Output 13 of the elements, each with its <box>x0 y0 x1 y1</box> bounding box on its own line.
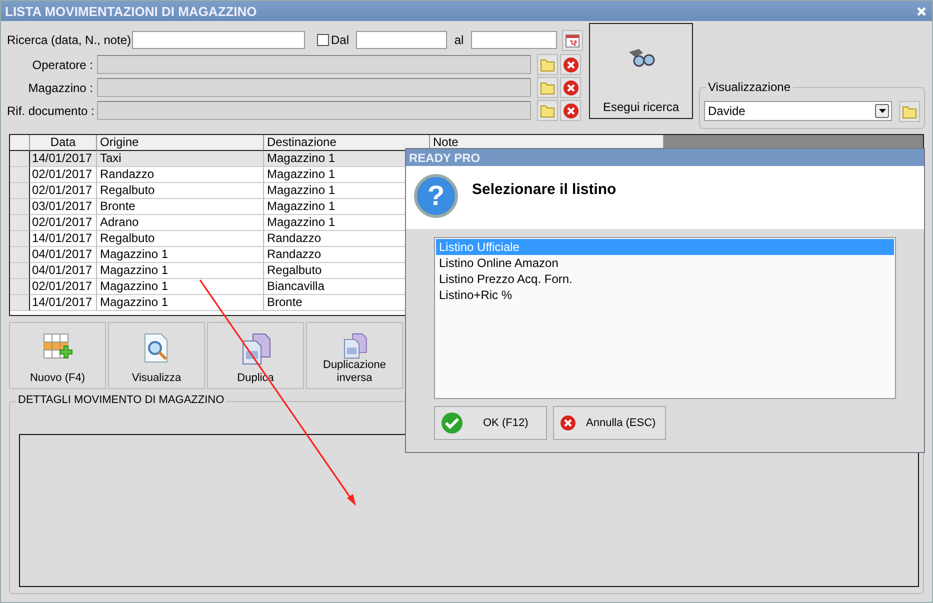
window-title: LISTA MOVIMENTAZIONI DI MAGAZZINO <box>5 4 257 18</box>
table-cell: 14/01/2017 <box>30 295 97 311</box>
dialog-heading: Selezionare il listino <box>472 180 616 200</box>
filter-label: Rif. documento : <box>7 104 96 118</box>
question-icon: ? <box>414 174 458 218</box>
details-title: DETTAGLI MOVIMENTO DI MAGAZZINO <box>16 394 226 406</box>
date-to-label: al <box>453 33 465 47</box>
search-label: Ricerca (data, N., note) <box>7 33 132 47</box>
table-cell: Magazzino 1 <box>97 295 264 311</box>
filter-label: Operatore : <box>31 58 94 72</box>
view-legend: Visualizzazione <box>706 80 792 94</box>
date-from-label: Dal <box>331 33 350 47</box>
filter-label: Magazzino : <box>27 80 94 94</box>
